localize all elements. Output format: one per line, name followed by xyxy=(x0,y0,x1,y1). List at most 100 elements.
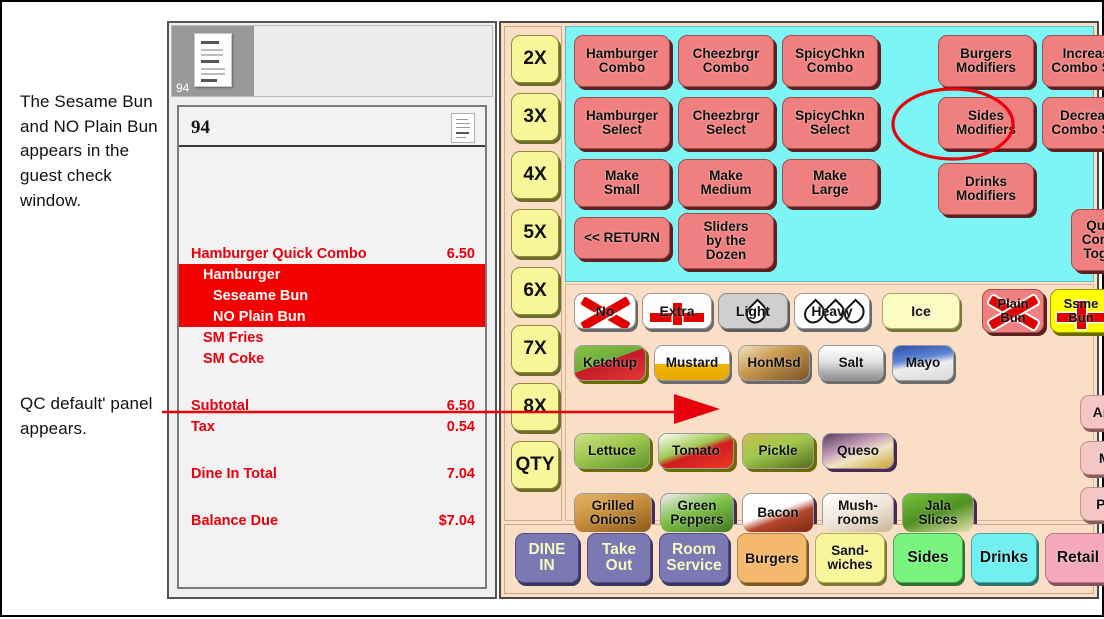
check-balance-due-row: Balance Due $7.04 xyxy=(179,510,485,531)
button-mayo[interactable]: Mayo xyxy=(892,345,954,381)
button-ice[interactable]: Ice xyxy=(882,293,960,329)
button-light[interactable]: Light xyxy=(718,293,788,329)
check-line-item[interactable]: Hamburger Quick Combo 6.50 xyxy=(179,243,485,264)
nav-button-dine-in[interactable]: DINE IN xyxy=(515,533,579,583)
qty-button-6x[interactable]: 6X xyxy=(511,267,559,315)
button-cheezbrgr-combo[interactable]: Cheezbrgr Combo xyxy=(678,35,774,87)
line-item-label: NO Plain Bun xyxy=(213,308,306,325)
button-label: Make Small xyxy=(603,167,641,197)
button-pickle[interactable]: Pickle xyxy=(742,433,814,469)
nav-button-sandwiches[interactable]: Sand- wiches xyxy=(815,533,885,583)
button-bacon[interactable]: Bacon xyxy=(742,493,814,533)
check-tab-number: 94 xyxy=(176,81,190,95)
qty-button-4x[interactable]: 4X xyxy=(511,151,559,199)
button-label: Salt xyxy=(838,354,864,370)
button-label: Make Medium xyxy=(700,167,752,197)
button-lettuce[interactable]: Lettuce xyxy=(574,433,650,469)
button-burgers-modifiers[interactable]: Burgers Modifiers xyxy=(938,35,1034,87)
button-green-peppers[interactable]: Green Peppers xyxy=(660,493,734,533)
button-label: Mozz xyxy=(1099,450,1104,466)
button-label: Hamburger Combo xyxy=(585,45,658,75)
line-item-amount: 6.50 xyxy=(446,245,475,262)
pos-touchscreen-area: 2X 3X 4X 5X 6X 7X 8X QTY Hamburger Combo… xyxy=(499,21,1104,599)
button-hamburger-combo[interactable]: Hamburger Combo xyxy=(574,35,670,87)
check-line-item-sesame-bun[interactable]: Seseame Bun xyxy=(179,285,485,306)
button-sides-modifiers[interactable]: Sides Modifiers xyxy=(938,97,1034,149)
button-plain-bun[interactable]: Plain Bun xyxy=(982,289,1044,333)
button-queso[interactable]: Queso xyxy=(822,433,894,469)
qty-button-3x[interactable]: 3X xyxy=(511,93,559,141)
qty-button-qty[interactable]: QTY xyxy=(511,441,559,489)
button-make-medium[interactable]: Make Medium xyxy=(678,159,774,207)
button-tomato[interactable]: Tomato xyxy=(658,433,734,469)
nav-button-sides[interactable]: Sides xyxy=(893,533,963,583)
button-label: Plain Bun xyxy=(997,296,1029,325)
button-quick-combo-toggle[interactable]: Quick Combo Toggle xyxy=(1071,209,1104,271)
button-jala-slices[interactable]: Jala Slices xyxy=(902,493,974,533)
button-label: Amcan xyxy=(1092,403,1104,420)
check-total-row: Dine In Total 7.04 xyxy=(179,463,485,484)
button-amcan[interactable]: Amcan xyxy=(1080,395,1104,429)
button-ketchup[interactable]: Ketchup xyxy=(574,345,646,381)
button-spicychkn-select[interactable]: SpicyChkn Select xyxy=(782,97,878,149)
check-thumbnail-tab[interactable]: 94 xyxy=(172,26,254,96)
nav-button-room-service[interactable]: Room Service xyxy=(659,533,729,583)
total-label: Dine In Total xyxy=(191,465,277,482)
qty-label: 6X xyxy=(523,280,547,301)
nav-button-take-out[interactable]: Take Out xyxy=(587,533,651,583)
button-no[interactable]: No xyxy=(574,293,636,329)
button-make-large[interactable]: Make Large xyxy=(782,159,878,207)
button-mozz[interactable]: Mozz xyxy=(1080,441,1104,475)
button-ssme-bun[interactable]: Ssme Bun xyxy=(1050,289,1104,333)
nav-button-retail[interactable]: Retail xyxy=(1045,533,1104,583)
button-spicychkn-combo[interactable]: SpicyChkn Combo xyxy=(782,35,878,87)
button-sliders-by-the-dozen[interactable]: Sliders by the Dozen xyxy=(678,213,774,269)
button-label: Queso xyxy=(836,442,879,458)
button-grilled-onions[interactable]: Grilled Onions xyxy=(574,493,652,533)
qty-button-8x[interactable]: 8X xyxy=(511,383,559,431)
button-return[interactable]: << RETURN xyxy=(574,217,670,259)
check-header: 94 xyxy=(179,107,485,147)
button-label: Cheezbrgr Combo xyxy=(692,45,760,75)
button-label: Burgers Modifiers xyxy=(955,45,1016,75)
button-mushrooms[interactable]: Mush- rooms xyxy=(822,493,894,533)
check-line-item-no-plain-bun[interactable]: NO Plain Bun xyxy=(179,306,485,327)
button-label: Hamburger Select xyxy=(585,107,658,137)
button-hamburger-select[interactable]: Hamburger Select xyxy=(574,97,670,149)
button-heavy[interactable]: Heavy xyxy=(794,293,870,329)
document-icon[interactable] xyxy=(451,113,475,143)
button-label: Tomato xyxy=(672,442,720,458)
qty-button-7x[interactable]: 7X xyxy=(511,325,559,373)
button-label: HonMsd xyxy=(747,354,801,370)
button-salt[interactable]: Salt xyxy=(818,345,884,381)
check-line-items[interactable]: Hamburger Quick Combo 6.50 Hamburger Ses… xyxy=(179,149,485,587)
button-increase-combo-size[interactable]: Increase Combo Size xyxy=(1042,35,1104,87)
button-drinks-modifiers[interactable]: Drinks Modifiers xyxy=(938,163,1034,215)
button-mustard[interactable]: Mustard xyxy=(654,345,730,381)
button-provo[interactable]: Provo xyxy=(1080,487,1104,521)
button-label: Jala Slices xyxy=(918,497,958,527)
button-make-small[interactable]: Make Small xyxy=(574,159,670,207)
button-honmsd[interactable]: HonMsd xyxy=(738,345,810,381)
quantity-button-column: 2X 3X 4X 5X 6X 7X 8X QTY xyxy=(504,26,562,521)
button-label: Light xyxy=(735,302,771,319)
button-decrease-combo-size[interactable]: Decrease Combo Size xyxy=(1042,97,1104,149)
qty-button-2x[interactable]: 2X xyxy=(511,35,559,83)
button-cheezbrgr-select[interactable]: Cheezbrgr Select xyxy=(678,97,774,149)
check-line-item[interactable]: SM Fries xyxy=(179,327,485,348)
button-label: SpicyChkn Select xyxy=(795,107,865,137)
button-extra[interactable]: Extra xyxy=(642,293,712,329)
check-line-item[interactable]: SM Coke xyxy=(179,348,485,369)
qty-button-5x[interactable]: 5X xyxy=(511,209,559,257)
check-tab-strip: 94 xyxy=(171,25,493,97)
button-label: Cheezbrgr Select xyxy=(692,107,760,137)
nav-button-burgers[interactable]: Burgers xyxy=(737,533,807,583)
nav-button-drinks[interactable]: Drinks xyxy=(971,533,1037,583)
check-line-item[interactable]: Hamburger xyxy=(179,264,485,285)
button-label: Green Peppers xyxy=(670,497,724,527)
